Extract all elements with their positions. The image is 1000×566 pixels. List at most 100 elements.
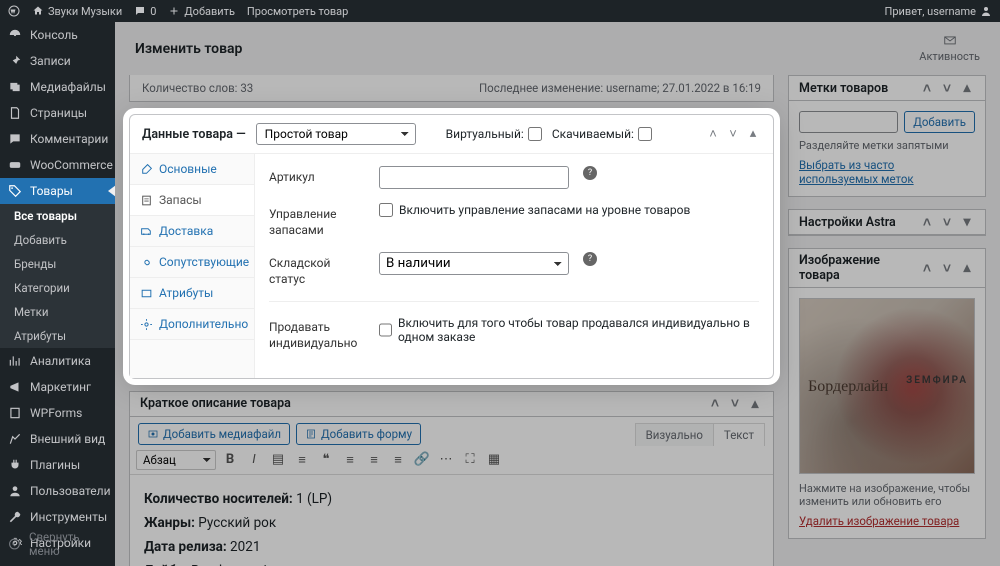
panel-up-icon[interactable]: ˄ (919, 260, 935, 276)
virtual-checkbox-label: Виртуальный: (446, 127, 542, 141)
tags-input[interactable] (799, 111, 898, 133)
sidebar-item-6[interactable]: Товары (0, 178, 115, 204)
sidebar-subitem-0[interactable]: Все товары (0, 204, 115, 228)
product-tab-Сопутствующие[interactable]: Сопутствующие (130, 247, 254, 278)
product-tab-Доставка[interactable]: Доставка (130, 216, 254, 247)
last-edit: Последнее изменение: username; 27.01.202… (479, 81, 761, 95)
add-form-button[interactable]: Добавить форму (296, 423, 421, 445)
view-product-link[interactable]: Просмотреть товар (247, 5, 348, 18)
sold-individually-checkbox[interactable] (379, 323, 392, 337)
align-center-icon[interactable]: ≡ (364, 450, 384, 470)
site-link[interactable]: Звуки Музыки (32, 5, 122, 18)
help-icon[interactable]: ? (583, 252, 597, 266)
product-tab-Запасы[interactable]: Запасы (130, 185, 254, 216)
comments-link[interactable]: 0 (134, 5, 156, 18)
editor-tab-visual[interactable]: Визуально (636, 424, 714, 446)
main-content: Изменить товар Активность Количество сло… (115, 22, 1000, 566)
panel-toggle-icon[interactable]: ▴ (959, 80, 975, 96)
paragraph-format-select[interactable]: Абзац (136, 450, 216, 470)
featured-image[interactable]: Бордерлайн ЗЕМФИРА (799, 298, 975, 474)
wp-logo-icon[interactable] (8, 5, 20, 17)
product-data-title: Данные товара — (142, 127, 246, 142)
image-title: Изображение товара (799, 253, 919, 283)
sidebar-subitem-2[interactable]: Бренды (0, 252, 115, 276)
sku-input[interactable] (379, 166, 569, 189)
inventory-panel: Артикул ? Управление запасами Включить у… (255, 154, 773, 378)
editor-content-area[interactable]: Количество носителей: 1 (LP)Жанры: Русск… (130, 475, 773, 566)
manage-stock-checkbox[interactable] (379, 203, 393, 217)
add-new-link[interactable]: Добавить (168, 5, 235, 18)
number-list-icon[interactable]: ≡ (292, 450, 312, 470)
user-greeting[interactable]: Привет, username (885, 5, 992, 18)
sidebar-item-2[interactable]: Медиафайлы (0, 74, 115, 100)
collapse-menu-button[interactable]: Свернуть меню (0, 522, 115, 566)
sidebar-subitem-5[interactable]: Атрибуты (0, 324, 115, 348)
sidebar-item-4[interactable]: Комментарии (0, 126, 115, 152)
sidebar-subitem-3[interactable]: Категории (0, 276, 115, 300)
short-desc-title: Краткое описание товара (140, 396, 291, 411)
product-tab-Основные[interactable]: Основные (130, 154, 254, 185)
product-image-postbox: Изображение товара ˄ ˅ ▴ Бордерлайн ЗЕМФ… (788, 248, 986, 539)
panel-toggle-icon[interactable]: ▴ (747, 396, 763, 412)
panel-up-icon[interactable]: ˄ (707, 396, 723, 412)
page-title: Изменить товар (135, 41, 242, 57)
sidebar-item-8[interactable]: Маркетинг (0, 374, 115, 400)
quote-icon[interactable]: ❝ (316, 450, 336, 470)
panel-toggle-icon[interactable]: ▴ (745, 126, 761, 142)
product-tab-Дополнительно[interactable]: Дополнительно (130, 309, 254, 340)
align-right-icon[interactable]: ≡ (388, 450, 408, 470)
sidebar-item-11[interactable]: Плагины (0, 452, 115, 478)
more-icon[interactable]: ⋯ (436, 450, 456, 470)
panel-up-icon[interactable]: ˄ (919, 80, 935, 96)
remove-image-link[interactable]: Удалить изображение товара (799, 514, 959, 528)
product-data-tabs: ОсновныеЗапасыДоставкаСопутствующиеАтриб… (130, 154, 255, 378)
product-data-postbox: Данные товара — Простой товар Виртуальны… (129, 114, 774, 379)
product-type-select[interactable]: Простой товар (256, 123, 416, 145)
tinymce-toolbar: Абзац B I ▤ ≡ ❝ ≡ ≡ ≡ 🔗 ⋯ ⛶ ▦ (130, 446, 773, 475)
panel-down-icon[interactable]: ˅ (939, 260, 955, 276)
virtual-checkbox[interactable] (528, 127, 542, 141)
sidebar-item-12[interactable]: Пользователи (0, 478, 115, 504)
image-note: Нажмите на изображение, чтобы изменить и… (799, 482, 975, 508)
downloadable-checkbox-label: Скачиваемый: (552, 127, 652, 141)
panel-down-icon[interactable]: ˅ (939, 214, 955, 230)
sidebar-item-5[interactable]: WooCommerce (0, 152, 115, 178)
sidebar-item-3[interactable]: Страницы (0, 100, 115, 126)
panel-down-icon[interactable]: ˅ (727, 396, 743, 412)
sidebar-item-9[interactable]: WPForms (0, 400, 115, 426)
astra-title: Настройки Astra (799, 215, 896, 230)
help-icon[interactable]: ? (583, 166, 597, 180)
editor-tab-text[interactable]: Текст (714, 424, 764, 446)
panel-toggle-icon[interactable]: ▾ (959, 214, 975, 230)
panel-up-icon[interactable]: ˄ (705, 126, 721, 142)
add-media-button[interactable]: Добавить медиафайл (138, 423, 290, 445)
fullscreen-icon[interactable]: ⛶ (460, 450, 480, 470)
sidebar-item-0[interactable]: Консоль (0, 22, 115, 48)
bullet-list-icon[interactable]: ▤ (268, 450, 288, 470)
toolbar-toggle-icon[interactable]: ▦ (484, 450, 504, 470)
sku-label: Артикул (269, 166, 369, 186)
italic-icon[interactable]: I (244, 450, 264, 470)
panel-up-icon[interactable]: ˄ (919, 214, 935, 230)
collapse-label: Свернуть меню (29, 530, 107, 558)
sidebar-subitem-1[interactable]: Добавить (0, 228, 115, 252)
sidebar-item-1[interactable]: Записи (0, 48, 115, 74)
stock-status-select[interactable]: В наличии (379, 252, 569, 275)
sidebar-item-7[interactable]: Аналитика (0, 348, 115, 374)
tags-add-button[interactable]: Добавить (904, 111, 975, 133)
product-tab-Атрибуты[interactable]: Атрибуты (130, 278, 254, 309)
bold-icon[interactable]: B (220, 450, 240, 470)
panel-down-icon[interactable]: ˅ (725, 126, 741, 142)
activity-button[interactable]: Активность (919, 34, 980, 63)
sidebar-item-10[interactable]: Внешний вид (0, 426, 115, 452)
admin-bar: Звуки Музыки 0 Добавить Просмотреть това… (0, 0, 1000, 22)
align-left-icon[interactable]: ≡ (340, 450, 360, 470)
sidebar-subitem-4[interactable]: Метки (0, 300, 115, 324)
tags-frequent-link[interactable]: Выбрать из часто используемых меток (799, 158, 975, 186)
panel-toggle-icon[interactable]: ▴ (959, 260, 975, 276)
panel-down-icon[interactable]: ˅ (939, 80, 955, 96)
sold-individually-label: Продавать индивидуально (269, 316, 369, 351)
link-icon[interactable]: 🔗 (412, 450, 432, 470)
image-label-text: ЗЕМФИРА (906, 375, 968, 386)
downloadable-checkbox[interactable] (638, 127, 652, 141)
